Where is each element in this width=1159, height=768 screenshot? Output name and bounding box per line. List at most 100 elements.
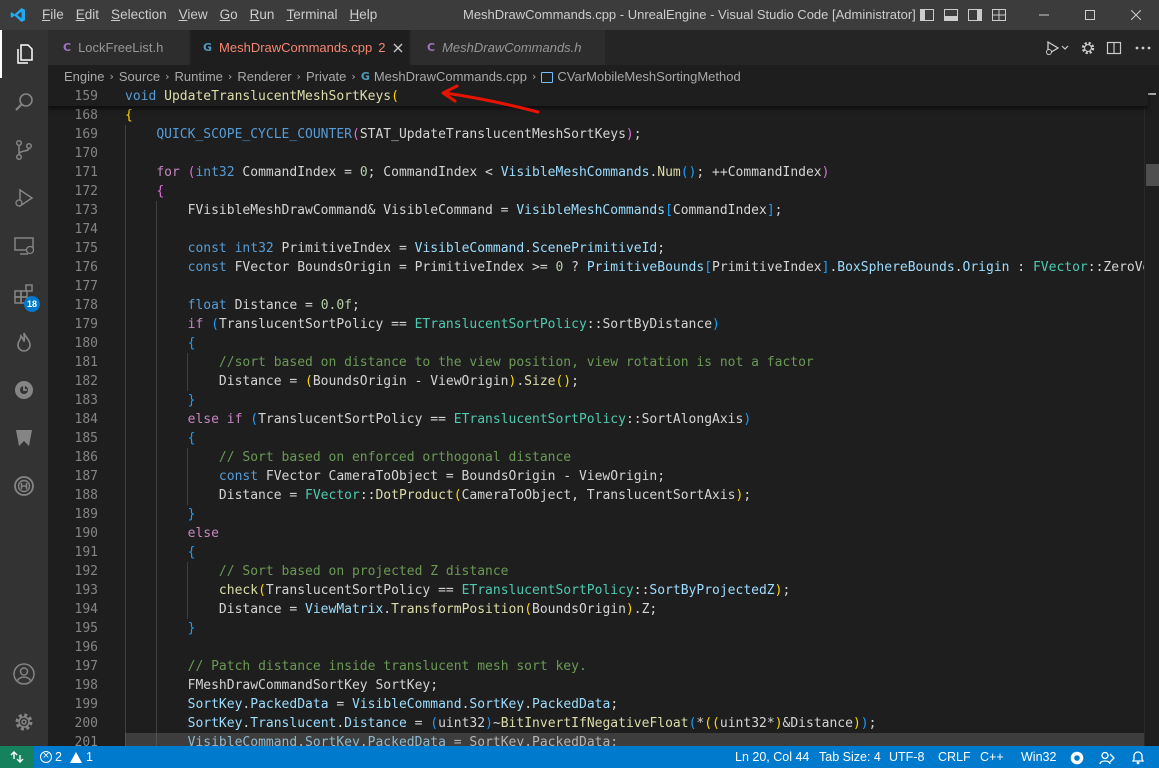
toggle-secondary-sidebar-icon[interactable] (963, 0, 987, 30)
annotation-arrow (441, 84, 540, 114)
breadcrumb-runtime[interactable]: Runtime (175, 69, 223, 84)
code-line[interactable]: 176 const FVector BoundsOrigin = Primiti… (48, 258, 1159, 277)
explorer-icon[interactable] (0, 30, 48, 78)
live-share-icon[interactable] (1099, 750, 1115, 765)
code-token: else if (187, 412, 243, 427)
code-line[interactable]: 200 SortKey.Translucent.Distance = (uint… (48, 714, 1148, 733)
indentation[interactable]: Tab Size: 4 (819, 746, 881, 768)
code-line[interactable]: 169 QUICK_SCOPE_CYCLE_COUNTER(STAT_Updat… (48, 125, 1148, 144)
code-editor[interactable]: 159 void UpdateTranslucentMeshSortKeys(16… (48, 87, 1159, 746)
minimize-icon[interactable] (1021, 0, 1067, 30)
code-line[interactable]: 170 (48, 144, 1148, 163)
code-line[interactable]: 178 float Distance = 0.0f; (48, 296, 1148, 315)
menu-edit[interactable]: Edit (70, 0, 105, 30)
code-line[interactable]: 187 const FVector CameraToObject = Bound… (48, 467, 1148, 486)
code-token: ( (305, 374, 313, 389)
remote-explorer-icon[interactable] (0, 222, 48, 270)
horizontal-scrollbar[interactable] (125, 733, 1144, 746)
code-line[interactable]: 172 { (48, 182, 1148, 201)
breadcrumb-renderer[interactable]: Renderer (237, 69, 291, 84)
source-control-icon[interactable] (0, 126, 48, 174)
code-text: else if (TranslucentSortPolicy == ETrans… (125, 410, 752, 429)
code-token: FVector BoundsOrigin = PrimitiveIndex >= (226, 260, 556, 275)
code-line[interactable]: 179 if (TranslucentSortPolicy == ETransl… (48, 315, 1148, 334)
code-line[interactable]: 171 for (int32 CommandIndex = 0; Command… (48, 163, 1148, 182)
code-line[interactable]: 197 // Patch distance inside translucent… (48, 657, 1148, 676)
close-window-icon[interactable] (1113, 0, 1159, 30)
code-line[interactable]: 199 SortKey.PackedData = VisibleCommand.… (48, 695, 1148, 714)
split-editor-icon[interactable] (1101, 30, 1127, 65)
tab-meshdrawcommands-cpp[interactable]: G MeshDrawCommands.cpp 2 (191, 30, 410, 65)
breadcrumb-source[interactable]: Source (119, 69, 160, 84)
menu-selection[interactable]: Selection (105, 0, 173, 30)
end-of-line[interactable]: CRLF (938, 746, 971, 768)
breadcrumb-engine[interactable]: Engine (64, 69, 104, 84)
platform-configuration[interactable]: Win32 (1021, 746, 1056, 768)
toggle-panel-icon[interactable] (939, 0, 963, 30)
code-token: Size (524, 374, 556, 389)
tab-meshdrawcommands-h[interactable]: C MeshDrawCommands.h (411, 30, 606, 65)
line-number: 194 (74, 602, 98, 617)
code-line[interactable]: 186 // Sort based on enforced orthogonal… (48, 448, 1148, 467)
toggle-primary-sidebar-icon[interactable] (915, 0, 939, 30)
run-code-dropdown-icon[interactable] (1041, 30, 1075, 65)
file-encoding[interactable]: UTF-8 (889, 746, 924, 768)
remote-indicator-icon[interactable] (0, 746, 34, 768)
maximize-icon[interactable] (1067, 0, 1113, 30)
line-number: 170 (74, 146, 98, 161)
code-line[interactable]: 191 { (48, 543, 1148, 562)
line-number: 174 (74, 222, 98, 237)
vertical-scrollbar-thumb[interactable] (1146, 164, 1159, 186)
hex-icon[interactable] (0, 462, 48, 510)
extensions-icon[interactable]: 18 (0, 270, 48, 318)
menu-run[interactable]: Run (244, 0, 281, 30)
accounts-icon[interactable] (0, 650, 48, 698)
code-line[interactable]: 190 else (48, 524, 1148, 543)
code-line[interactable]: 193 check(TranslucentSortPolicy == ETran… (48, 581, 1148, 600)
menu-go[interactable]: Go (214, 0, 244, 30)
code-line[interactable]: 195 } (48, 619, 1148, 638)
code-line[interactable]: 183 } (48, 391, 1148, 410)
search-icon[interactable] (0, 78, 48, 126)
menu-view[interactable]: View (173, 0, 214, 30)
menu-help[interactable]: Help (343, 0, 383, 30)
bookmark-icon[interactable] (0, 414, 48, 462)
settings-gear-icon[interactable] (0, 698, 48, 746)
code-line[interactable]: 173 FVisibleMeshDrawCommand& VisibleComm… (48, 201, 1148, 220)
code-line[interactable]: 189 } (48, 505, 1148, 524)
flame-icon[interactable] (0, 318, 48, 366)
code-line[interactable]: 185 { (48, 429, 1148, 448)
code-line[interactable]: 194 Distance = ViewMatrix.TransformPosit… (48, 600, 1148, 619)
code-line[interactable]: 177 (48, 277, 1148, 296)
language-mode[interactable]: C++ (980, 746, 1004, 768)
notifications-bell-icon[interactable] (1131, 749, 1145, 765)
cursor-position[interactable]: Ln 20, Col 44 (735, 746, 809, 768)
gitlens-status-icon[interactable] (1070, 750, 1084, 765)
code-line[interactable]: 196 (48, 638, 1148, 657)
tab-close-icon[interactable] (393, 43, 403, 53)
code-line[interactable]: 198 FMeshDrawCommandSortKey SortKey; (48, 676, 1148, 695)
breadcrumb-symbol[interactable]: CVarMobileMeshSortingMethod (557, 69, 740, 84)
code-line[interactable]: 181 //sort based on distance to the view… (48, 353, 1148, 372)
code-line[interactable]: 180 { (48, 334, 1148, 353)
problems-indicator[interactable]: × 2 1 (40, 746, 93, 768)
run-debug-icon[interactable] (0, 174, 48, 222)
code-line[interactable]: 174 (48, 220, 1148, 239)
code-line[interactable]: 184 else if (TranslucentSortPolicy == ET… (48, 410, 1148, 429)
tab-lockfreelist[interactable]: C LockFreeList.h (48, 30, 190, 65)
code-line[interactable]: 182 Distance = (BoundsOrigin - ViewOrigi… (48, 372, 1148, 391)
code-line[interactable]: 168 { (48, 106, 1148, 125)
code-line[interactable]: 188 Distance = FVector::DotProduct(Camer… (48, 486, 1148, 505)
editor-settings-gear-icon[interactable] (1075, 30, 1101, 65)
vscode-logo-icon[interactable] (0, 0, 36, 30)
gitlens-icon[interactable] (0, 366, 48, 414)
code-token: (( (704, 716, 720, 731)
breadcrumb-private[interactable]: Private (306, 69, 346, 84)
sticky-scroll-line[interactable]: 159 void UpdateTranslucentMeshSortKeys( (48, 87, 1148, 106)
code-line[interactable]: 175 const int32 PrimitiveIndex = Visible… (48, 239, 1148, 258)
code-line[interactable]: 192 // Sort based on projected Z distanc… (48, 562, 1148, 581)
more-actions-icon[interactable] (1127, 30, 1159, 65)
menu-terminal[interactable]: Terminal (280, 0, 343, 30)
menu-file[interactable]: File (36, 0, 70, 30)
customize-layout-icon[interactable] (987, 0, 1011, 30)
